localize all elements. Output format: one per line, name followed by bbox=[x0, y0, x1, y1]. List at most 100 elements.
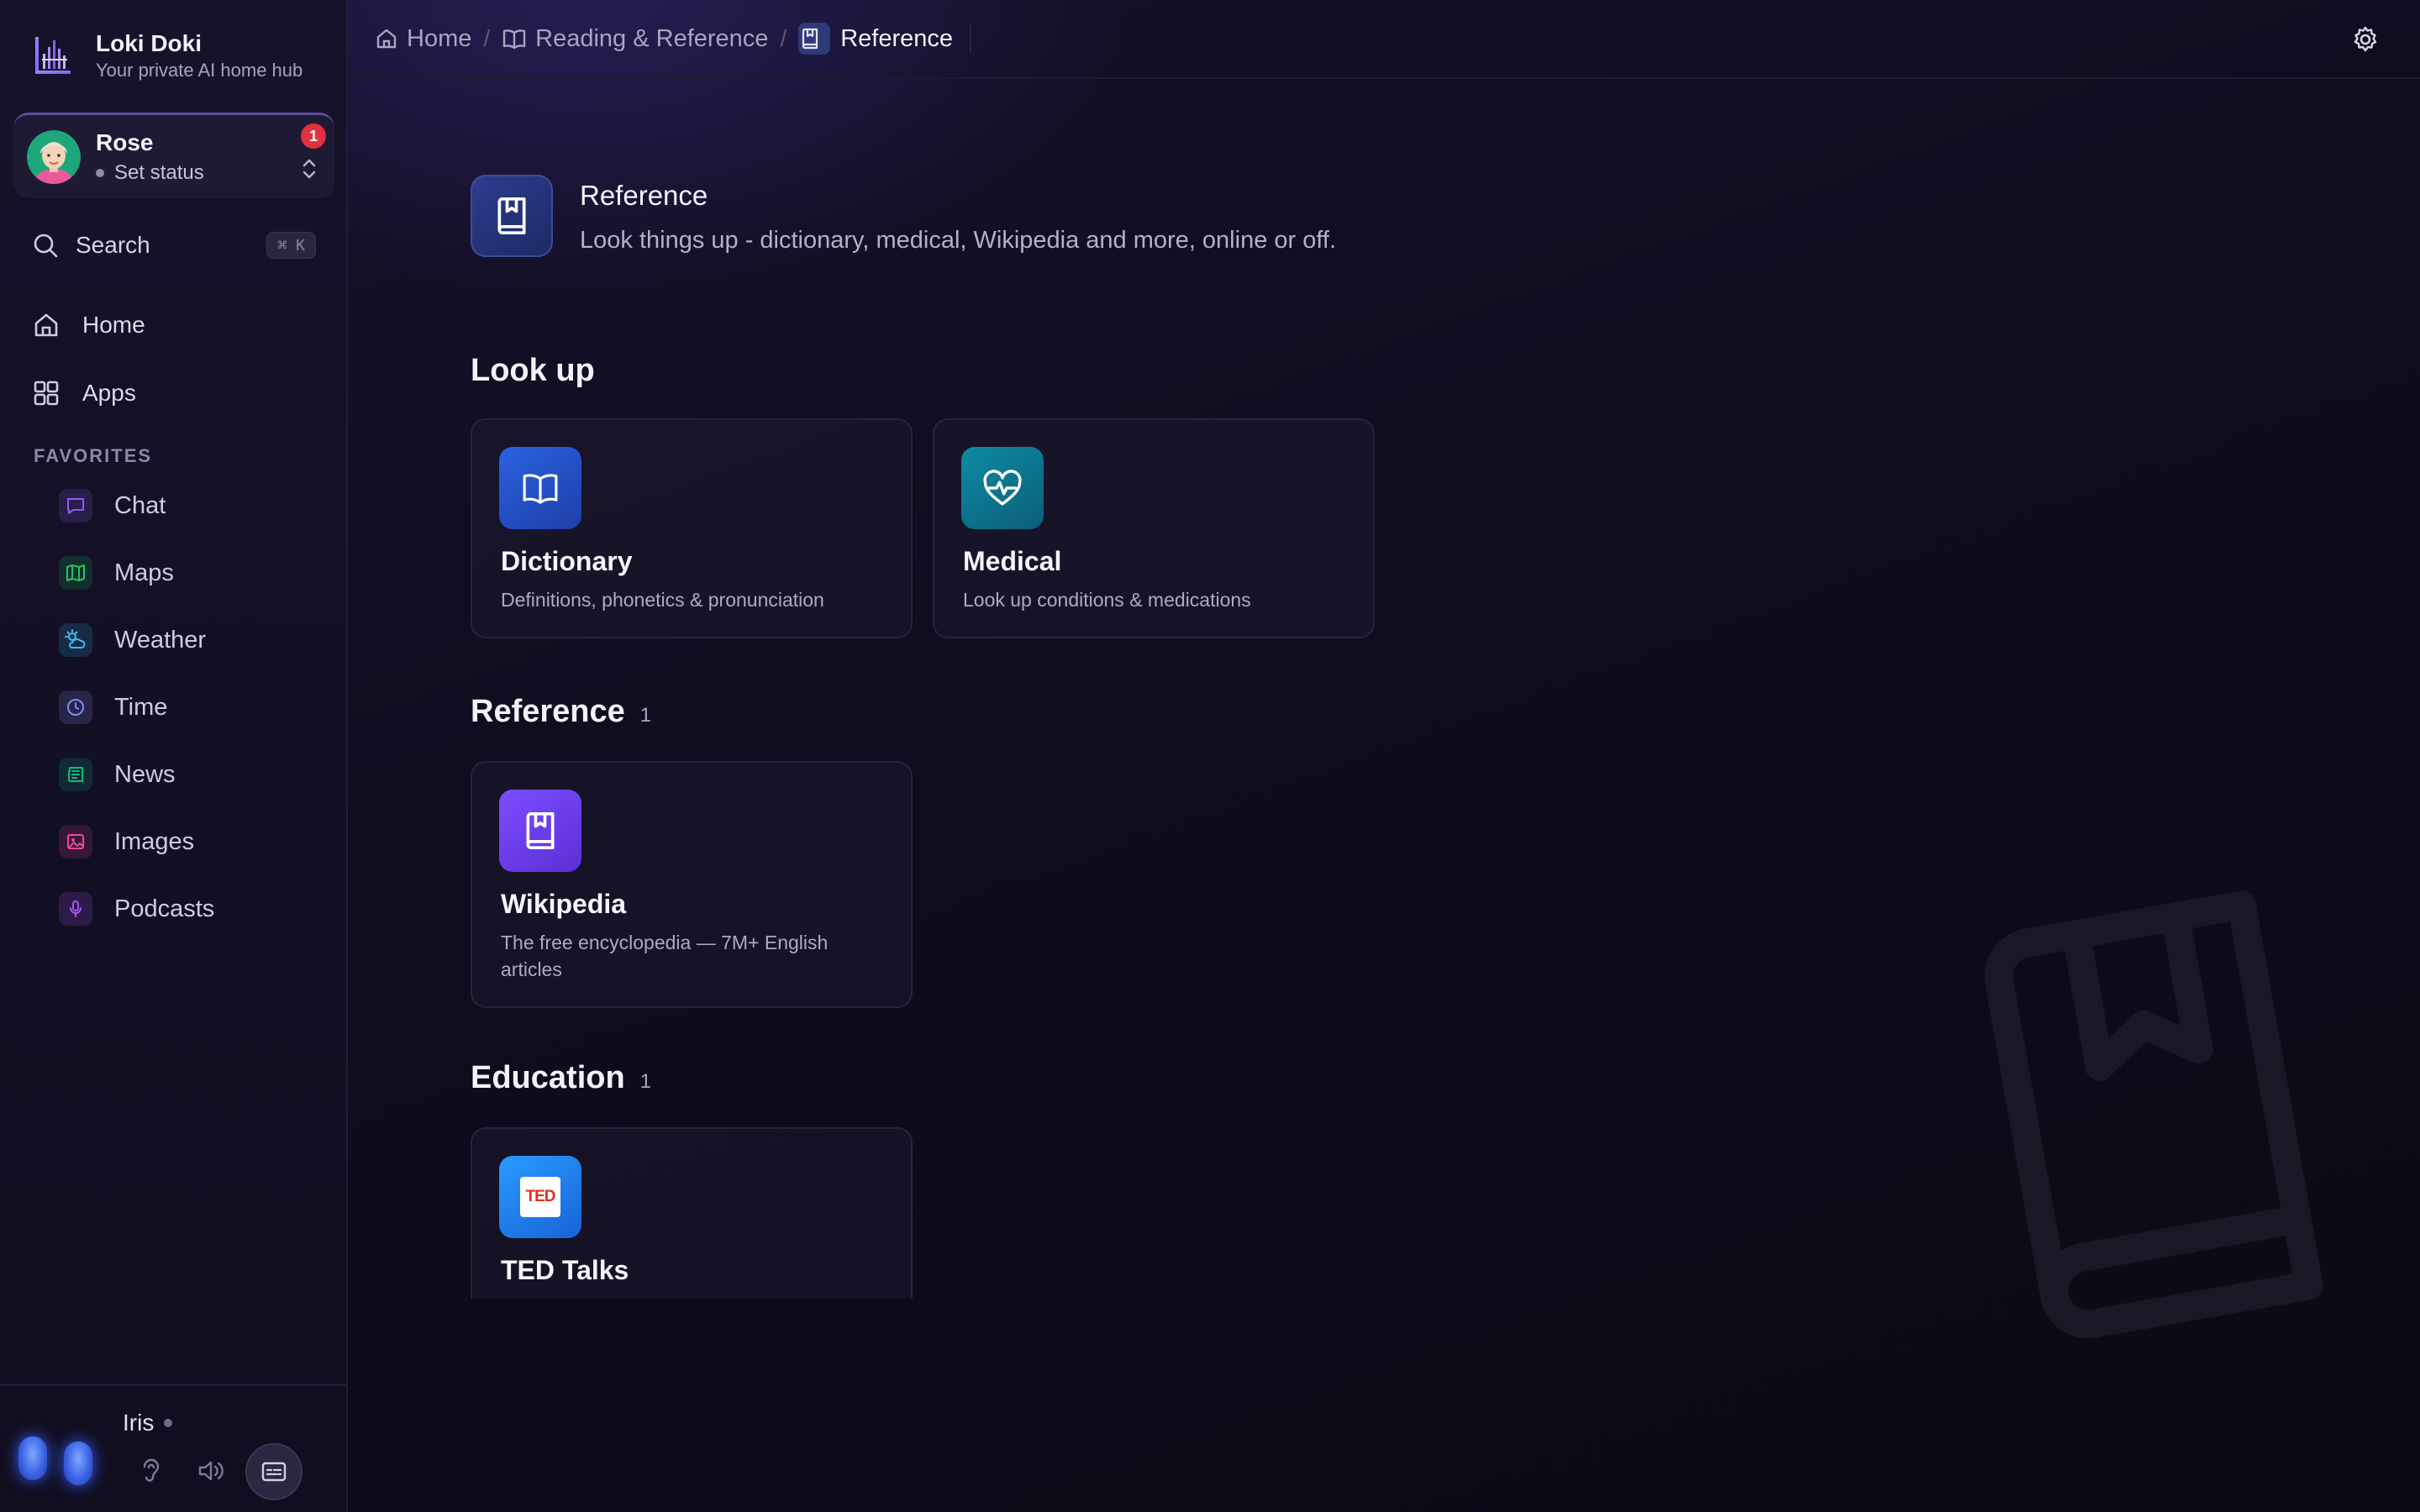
section-title-reference: Reference 1 bbox=[471, 694, 651, 730]
sidebar-item-podcasts[interactable]: Podcasts bbox=[59, 888, 214, 930]
sidebar-item-images[interactable]: Images bbox=[59, 821, 194, 863]
sidebar-item-news[interactable]: News bbox=[59, 753, 176, 795]
app-card-medical[interactable]: Medical Look up conditions & medications bbox=[933, 418, 1375, 638]
breadcrumb-label: Reading & Reference bbox=[535, 24, 769, 52]
chat-icon bbox=[59, 489, 92, 522]
bookmark-book-icon bbox=[499, 790, 581, 872]
card-title: Dictionary bbox=[501, 546, 633, 576]
bookmark-book-watermark-icon bbox=[1984, 890, 2323, 1339]
page-header: Reference Look things up - dictionary, m… bbox=[471, 175, 1336, 257]
assistant-avatar-eyes[interactable] bbox=[18, 1436, 109, 1485]
card-description: The free encyclopedia — 7M+ English arti… bbox=[501, 932, 829, 980]
top-bar: Home / Reading & Reference / Reference bbox=[348, 0, 2420, 79]
captions-icon bbox=[261, 1462, 287, 1482]
user-switcher[interactable]: Rose Set status 1 bbox=[13, 113, 334, 198]
sidebar-item-chat[interactable]: Chat bbox=[59, 485, 166, 527]
sidebar-item-apps[interactable]: Apps bbox=[32, 372, 136, 414]
breadcrumb-reading-reference[interactable]: Reading & Reference bbox=[502, 25, 768, 53]
sidebar-item-time[interactable]: Time bbox=[59, 686, 167, 728]
sidebar-item-label: Apps bbox=[82, 380, 136, 406]
section-title-label: Look up bbox=[471, 353, 595, 388]
section-title-label: Education bbox=[471, 1060, 625, 1095]
ear-icon[interactable] bbox=[139, 1457, 163, 1485]
breadcrumb-label: Reference bbox=[840, 24, 954, 52]
set-status-link[interactable]: Set status bbox=[96, 161, 204, 185]
breadcrumb-label: Home bbox=[407, 24, 472, 52]
assistant-eye-left bbox=[18, 1436, 47, 1480]
sidebar-search[interactable]: Search ⌘ K bbox=[32, 227, 316, 264]
sidebar-item-home[interactable]: Home bbox=[32, 304, 145, 346]
bookmark-book-icon bbox=[798, 23, 831, 55]
status-dot bbox=[96, 168, 104, 177]
brand-logo-icon bbox=[35, 37, 71, 74]
breadcrumb-divider bbox=[970, 24, 972, 54]
card-description: Look up conditions & medications bbox=[963, 589, 1251, 611]
page-title: Reference bbox=[580, 180, 708, 211]
card-title: Wikipedia bbox=[501, 889, 627, 919]
card-title: Medical bbox=[963, 546, 1062, 576]
sidebar-item-weather[interactable]: Weather bbox=[59, 619, 206, 661]
section-title-look-up: Look up bbox=[471, 353, 595, 389]
ted-logo-text: TED bbox=[520, 1177, 560, 1217]
brand-subtitle: Your private AI home hub bbox=[96, 60, 303, 81]
card-description: Definitions, phonetics & pronunciation bbox=[501, 589, 824, 611]
card-title: TED Talks bbox=[501, 1255, 629, 1285]
search-shortcut: ⌘ K bbox=[266, 232, 316, 259]
home-icon bbox=[376, 29, 397, 49]
status-label: Set status bbox=[114, 160, 204, 184]
breadcrumb-current: Reference bbox=[798, 23, 953, 55]
gear-icon[interactable] bbox=[2351, 25, 2380, 54]
brand-title: Loki Doki bbox=[96, 30, 203, 56]
book-open-icon bbox=[502, 29, 526, 50]
app-card-dictionary[interactable]: Dictionary Definitions, phonetics & pron… bbox=[471, 418, 913, 638]
speaker-icon[interactable] bbox=[197, 1457, 225, 1485]
breadcrumb-separator: / bbox=[483, 25, 491, 51]
sidebar-item-maps[interactable]: Maps bbox=[59, 552, 174, 594]
section-count: 1 bbox=[639, 704, 652, 727]
search-icon bbox=[34, 234, 58, 258]
sidebar-item-label: Maps bbox=[114, 559, 174, 586]
breadcrumb-separator: / bbox=[780, 25, 787, 51]
avatar-image bbox=[27, 129, 81, 184]
mic-icon bbox=[59, 892, 92, 926]
sidebar-item-label: Home bbox=[82, 312, 145, 338]
clock-icon bbox=[59, 690, 92, 724]
heart-pulse-icon bbox=[961, 447, 1044, 529]
sidebar-item-label: Weather bbox=[114, 626, 207, 654]
sidebar-item-label: Chat bbox=[114, 491, 166, 519]
favorites-header: FAVORITES bbox=[34, 445, 153, 466]
section-title-education: Education 1 bbox=[471, 1060, 651, 1096]
app-card-ted-talks[interactable]: TED TED Talks bbox=[471, 1127, 913, 1299]
newspaper-icon bbox=[59, 758, 92, 791]
sidebar-item-label: Images bbox=[114, 827, 195, 855]
assistant-status-dot bbox=[164, 1419, 173, 1427]
weather-icon bbox=[59, 623, 92, 657]
search-label: Search bbox=[76, 232, 150, 258]
grid-icon bbox=[34, 381, 59, 406]
breadcrumb: Home / Reading & Reference / Reference bbox=[375, 23, 972, 55]
main-content: Home / Reading & Reference / Reference R… bbox=[348, 0, 2420, 1512]
chevron-up-down-icon[interactable] bbox=[301, 157, 318, 181]
bookmark-book-icon bbox=[471, 175, 553, 257]
app-card-wikipedia[interactable]: Wikipedia The free encyclopedia — 7M+ En… bbox=[471, 761, 913, 1008]
captions-button[interactable] bbox=[245, 1443, 302, 1500]
user-name: Rose bbox=[96, 129, 154, 155]
breadcrumb-home[interactable]: Home bbox=[375, 25, 471, 53]
book-open-icon bbox=[499, 447, 581, 529]
assistant-name-label: Iris bbox=[123, 1410, 155, 1436]
ted-logo: TED bbox=[499, 1156, 581, 1238]
avatar bbox=[27, 129, 81, 184]
notification-badge[interactable]: 1 bbox=[301, 123, 326, 149]
section-count: 1 bbox=[639, 1070, 652, 1093]
sidebar-item-label: Time bbox=[114, 693, 168, 721]
assistant-panel: Iris bbox=[0, 1384, 346, 1512]
sidebar-item-label: Podcasts bbox=[114, 895, 215, 922]
image-icon bbox=[59, 825, 92, 858]
home-icon bbox=[34, 313, 58, 337]
app-root: Loki Doki Your private AI home hub Rose bbox=[0, 0, 2420, 1512]
assistant-name[interactable]: Iris bbox=[123, 1410, 173, 1436]
map-icon bbox=[59, 556, 92, 590]
sidebar: Loki Doki Your private AI home hub Rose bbox=[0, 0, 348, 1512]
brand[interactable]: Loki Doki Your private AI home hub bbox=[32, 30, 302, 82]
page-subtitle: Look things up - dictionary, medical, Wi… bbox=[580, 227, 1337, 254]
